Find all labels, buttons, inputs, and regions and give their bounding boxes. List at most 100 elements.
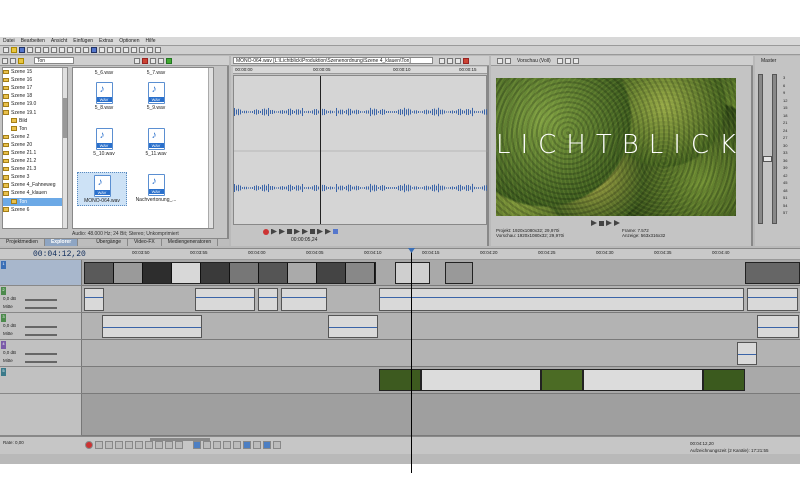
tree-item[interactable]: Szene 4_klauen [3,189,67,197]
tree-item[interactable]: Szene 16 [3,76,67,84]
render-icon[interactable] [35,47,41,53]
ignore-grouping-icon[interactable] [147,47,153,53]
track-lane-audio[interactable] [82,286,800,313]
explorer-path-field[interactable]: Ton [34,57,74,64]
cut-icon[interactable] [51,47,57,53]
views-icon[interactable] [134,57,140,64]
trimmer-ruler[interactable]: 00:00:00 00:00:05 00:00:10 00:00:15 [233,67,487,74]
play-icon[interactable] [591,220,597,226]
audio-clip[interactable] [281,288,327,311]
audio-clip[interactable] [757,315,799,338]
save-as-icon[interactable] [27,47,33,53]
video-clip[interactable] [583,369,703,391]
marker-icon[interactable] [253,441,261,449]
tree-item[interactable]: Bild [3,117,67,125]
track-lane-audio[interactable] [82,313,800,340]
trimmer-file-select[interactable]: MONO-064.wav [L:\Lichtblick\Produktion\S… [233,57,433,64]
audio-clip[interactable] [102,315,202,338]
menu-einfuegen[interactable]: Einfügen [73,38,93,44]
selection-icon[interactable] [273,441,281,449]
open-icon[interactable] [11,47,17,53]
add-to-timeline-icon[interactable] [333,229,338,234]
selection-tool-icon[interactable] [107,47,113,53]
audio-clip[interactable] [84,288,104,311]
pause-icon[interactable] [125,441,133,449]
pan-slider[interactable] [25,334,57,336]
track-header-audio[interactable]: 4 0,0 dB Mitte [0,340,82,367]
menu-hilfe[interactable]: Hilfe [146,38,156,44]
region-icon[interactable] [263,441,271,449]
envelope-tool-icon[interactable] [99,47,105,53]
autoripple-icon[interactable] [131,47,137,53]
track-lane-empty[interactable] [82,394,800,436]
track-header-audio[interactable]: 3 0,0 dB Mitte [0,313,82,340]
tree-item[interactable]: Szene 17 [3,84,67,92]
tree-item[interactable]: Szene 4_Fahneweg [3,181,67,189]
track-header-audio[interactable]: 2 0,0 dB Mitte [0,286,82,313]
folder-up-icon[interactable] [18,57,24,64]
new-project-icon[interactable] [3,47,9,53]
split-icon[interactable] [213,441,221,449]
file-item[interactable]: 5_7.wav [131,70,181,76]
volume-slider[interactable] [25,326,57,328]
overlays-icon[interactable] [556,57,563,64]
tree-item[interactable]: Szene 2 [3,133,67,141]
loop-icon[interactable] [317,228,323,235]
help-icon[interactable] [155,47,161,53]
tree-item[interactable]: Ton [3,125,67,133]
prev-frame-icon[interactable] [165,441,173,449]
start-preview-icon[interactable] [150,57,156,64]
save-snapshot-icon[interactable] [572,57,579,64]
menu-extras[interactable]: Extras [99,38,113,44]
tree-item[interactable]: Szene 19.1 [3,108,67,116]
video-clip[interactable] [421,369,541,391]
auto-preview-icon[interactable] [166,57,172,64]
zoom-tool-icon[interactable] [115,47,121,53]
trimmer-cursor[interactable] [320,76,321,224]
menu-bearbeiten[interactable]: Bearbeiten [21,38,45,44]
trimmer-waveform[interactable] [233,75,488,225]
play-from-start-icon[interactable] [105,441,113,449]
tab-mediengeneratoren[interactable]: Mediengeneratoren [162,239,219,246]
audio-clip[interactable] [258,288,278,311]
tab-projektmedien[interactable]: Projektmedien [0,239,45,246]
track-lane-video[interactable] [82,367,800,394]
prev-frame-icon[interactable] [606,220,612,226]
next-frame-icon[interactable] [614,220,620,226]
file-list-scrollbar[interactable] [208,68,213,228]
save-icon[interactable] [19,47,25,53]
trim-end-icon[interactable] [233,441,241,449]
track-lane-video[interactable] [82,260,800,286]
preview-quality-select[interactable]: Vorschau (Voll) [517,58,551,64]
audio-clip[interactable] [195,288,255,311]
lock-icon[interactable] [243,441,251,449]
audio-clip[interactable] [328,315,378,338]
menu-datei[interactable]: Datei [3,38,15,44]
audio-clip[interactable] [747,288,798,311]
lock-envelopes-icon[interactable] [139,47,145,53]
video-clip[interactable] [84,262,376,284]
prev-frame-icon[interactable] [294,228,300,235]
file-item[interactable]: ♪ WAV 5_10.wav [79,128,129,157]
track-header-video[interactable]: 5 [0,367,82,394]
next-frame-icon[interactable] [175,441,183,449]
tree-item[interactable]: Szene 15 [3,68,67,76]
go-start-icon[interactable] [145,441,153,449]
master-fader[interactable] [763,156,772,162]
tab-explorer[interactable]: Explorer [44,239,79,246]
video-clip[interactable] [379,369,421,391]
volume-slider[interactable] [25,353,57,355]
tree-item[interactable]: Szene 3 [3,173,67,181]
record-icon[interactable] [263,228,269,235]
video-clip[interactable] [703,369,745,391]
tree-item[interactable]: Szene 20 [3,141,67,149]
video-clip[interactable] [745,262,800,284]
preview-device-icon[interactable] [505,57,511,64]
file-item[interactable]: ♪ WAV 5_11.wav [131,128,181,157]
tree-item-selected[interactable]: Ton [3,197,67,206]
go-end-icon[interactable] [155,441,163,449]
timeline-playhead[interactable] [411,248,412,473]
file-item[interactable]: ♪ WAV Nachvertonung_... [131,174,181,203]
delete-icon[interactable] [142,57,148,64]
tree-item[interactable]: Szene 19.0 [3,100,67,108]
